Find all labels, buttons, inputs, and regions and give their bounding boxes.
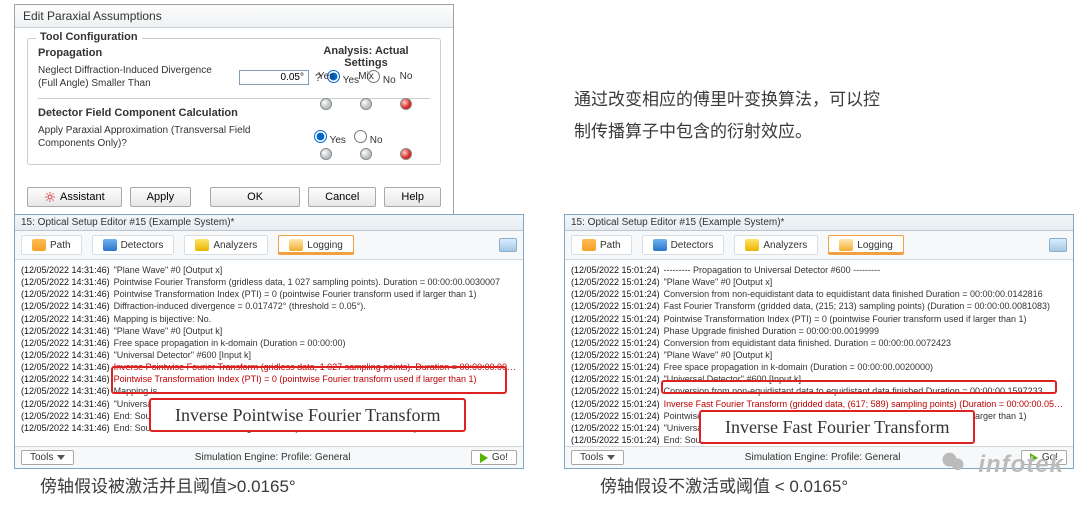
tabs-overflow-icon[interactable] [1049,238,1067,252]
threshold-input[interactable] [239,70,309,85]
log-line: (12/05/2022 15:01:24) Phase Upgrade fini… [571,325,1067,337]
tab-logging[interactable]: Logging [278,235,354,255]
led-prop-mix [360,98,372,110]
log-line: (12/05/2022 14:31:46) Diffraction-induce… [21,300,517,312]
groupbox-title: Tool Configuration [36,31,142,43]
edit-paraxial-dialog: Edit Paraxial Assumptions Tool Configura… [14,4,454,218]
log-window-title: 15: Optical Setup Editor #15 (Example Sy… [565,215,1073,231]
tabs-overflow-icon[interactable] [499,238,517,252]
tab-detectors[interactable]: Detectors [642,235,725,255]
log-footer: Tools Simulation Engine: Profile: Genera… [15,446,523,468]
tab-logging[interactable]: Logging [828,235,904,255]
paraxial-label: Apply Paraxial Approximation (Transversa… [38,125,308,150]
tab-path[interactable]: Path [21,235,82,255]
log-line: (12/05/2022 14:31:46)"Universal Detector… [21,349,517,361]
log-tabs: Path Detectors Analyzers Logging [15,231,523,260]
apply-button[interactable]: Apply [130,187,192,207]
path-icon [32,239,46,251]
logging-icon [839,239,853,251]
log-body-right[interactable]: (12/05/2022 15:01:24)--------- Propagati… [565,260,1073,446]
analysis-col-mix: Mix [346,71,386,82]
help-button[interactable]: Help [384,187,441,207]
log-window-right: 15: Optical Setup Editor #15 (Example Sy… [564,214,1074,469]
log-window-left: 15: Optical Setup Editor #15 (Example Sy… [14,214,524,469]
ok-button[interactable]: OK [210,187,300,207]
log-line: (12/05/2022 15:01:24) Fast Fourier Trans… [571,300,1067,312]
gear-icon [44,191,56,203]
analysis-title: Analysis: Actual Settings [306,45,426,69]
cancel-button[interactable]: Cancel [308,187,376,207]
play-icon [480,453,488,463]
log-line: (12/05/2022 14:31:46)Inverse Pointwise F… [21,361,517,373]
assistant-button[interactable]: Assistant [27,187,122,207]
chevron-down-icon [607,455,615,460]
path-icon [582,239,596,251]
logging-icon [289,239,303,251]
tools-button[interactable]: Tools [21,450,74,465]
annotation-right: 通过改变相应的傅里叶变换算法，可以控 制传播算子中包含的衍射效应。 [574,84,1034,149]
log-line: (12/05/2022 14:31:46) Pointwise Transfor… [21,288,517,300]
tab-analyzers[interactable]: Analyzers [734,235,818,255]
caption-left: 傍轴假设被激活并且阈值>0.0165° [40,472,296,497]
log-line: (12/05/2022 14:31:46)"Plane Wave" #0 [Ou… [21,325,517,337]
tool-configuration-group: Tool Configuration Analysis: Actual Sett… [27,38,441,165]
log-line: (12/05/2022 14:31:46) Mapping is ... [21,385,517,397]
analysis-col-yes: Yes [306,71,346,82]
log-line: (12/05/2022 15:01:24)"Universal Detector… [571,373,1067,385]
led-det-mix [360,148,372,160]
simulation-engine-label: Simulation Engine: Profile: General [82,452,463,463]
log-line: (12/05/2022 14:31:46)"Plane Wave" #0 [Ou… [21,264,517,276]
analyzers-icon [195,239,209,251]
tab-detectors[interactable]: Detectors [92,235,175,255]
led-det-no [400,148,412,160]
log-line: (12/05/2022 14:31:46)Pointwise Fourier T… [21,276,517,288]
highlight-callout: Inverse Fast Fourier Transform [699,410,975,444]
detectors-icon [653,239,667,251]
analysis-col-no: No [386,71,426,82]
log-line: (12/05/2022 14:31:46) Free space propaga… [21,337,517,349]
log-line: (12/05/2022 15:01:24) Conversion from no… [571,385,1067,397]
highlight-callout: Inverse Pointwise Fourier Transform [149,398,466,432]
detectors-icon [103,239,117,251]
go-button[interactable]: Go! [471,450,517,465]
dialog-title: Edit Paraxial Assumptions [15,5,453,28]
watermark: infotek [939,448,1064,483]
led-prop-no [400,98,412,110]
wechat-icon [939,448,967,483]
log-line: (12/05/2022 15:01:24)--------- Propagati… [571,264,1067,276]
log-line: (12/05/2022 15:01:24) Conversion from eq… [571,337,1067,349]
log-tabs: Path Detectors Analyzers Logging [565,231,1073,260]
led-det-yes [320,148,332,160]
log-line: (12/05/2022 14:31:46) Pointwise Transfor… [21,373,517,385]
log-body-left[interactable]: (12/05/2022 14:31:46)"Plane Wave" #0 [Ou… [15,260,523,446]
analyzers-icon [745,239,759,251]
log-line: (12/05/2022 15:01:24) Free space propaga… [571,361,1067,373]
led-prop-yes [320,98,332,110]
log-window-title: 15: Optical Setup Editor #15 (Example Sy… [15,215,523,231]
log-line: (12/05/2022 15:01:24)Inverse Fast Fourie… [571,398,1067,410]
log-line: (12/05/2022 15:01:24) Pointwise Transfor… [571,313,1067,325]
tab-analyzers[interactable]: Analyzers [184,235,268,255]
analysis-actual-settings: Analysis: Actual Settings Yes Mix No [306,45,426,160]
neglect-label: Neglect Diffraction-Induced Divergence (… [38,65,233,90]
caption-right: 傍轴假设不激活或阈值 < 0.0165° [600,472,848,497]
log-line: (12/05/2022 15:01:24) Conversion from no… [571,288,1067,300]
tools-button[interactable]: Tools [571,450,624,465]
chevron-down-icon [57,455,65,460]
log-line: (12/05/2022 14:31:46) Mapping is bijecti… [21,313,517,325]
log-line: (12/05/2022 15:01:24)"Plane Wave" #0 [Ou… [571,349,1067,361]
log-line: (12/05/2022 15:01:24)"Plane Wave" #0 [Ou… [571,276,1067,288]
tab-path[interactable]: Path [571,235,632,255]
